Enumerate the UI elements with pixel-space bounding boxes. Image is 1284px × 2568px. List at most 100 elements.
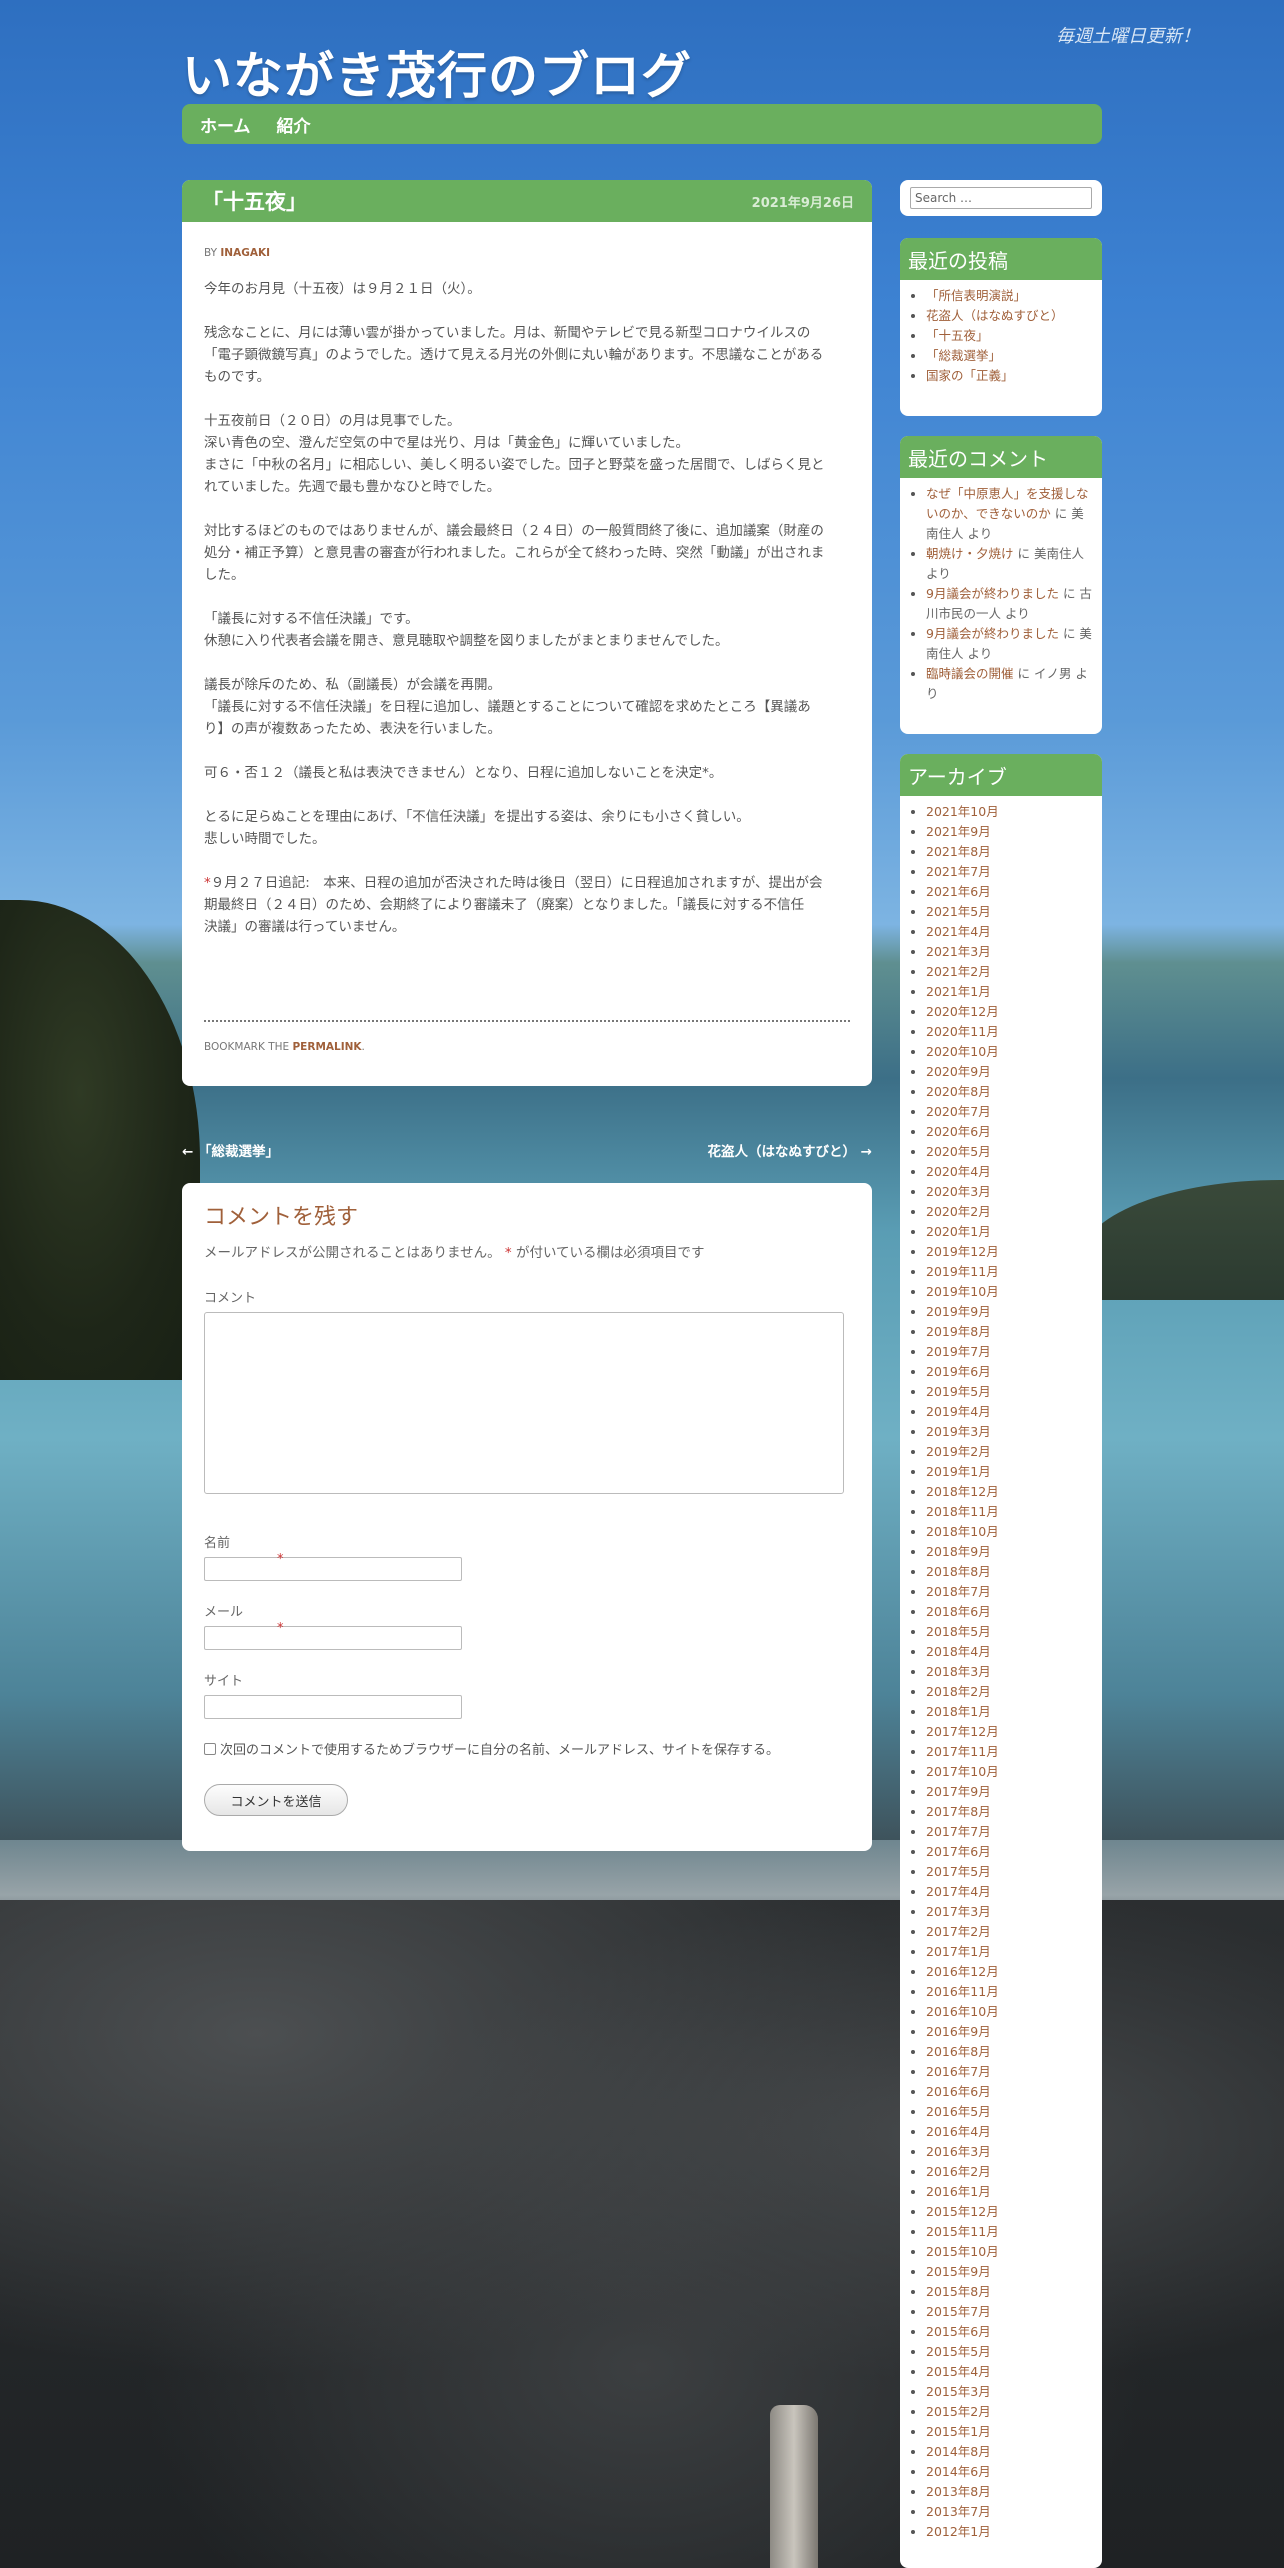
archive-link[interactable]: 2019年8月 [926,1324,991,1339]
comment-textarea[interactable] [204,1312,844,1494]
archive-link[interactable]: 2016年11月 [926,1984,999,1999]
site-title[interactable]: いながき茂行のブログ [182,36,692,108]
archive-link[interactable]: 2018年2月 [926,1684,991,1699]
archive-link[interactable]: 2016年5月 [926,2104,991,2119]
archive-link[interactable]: 2018年8月 [926,1564,991,1579]
next-post-link[interactable]: 花盗人（はなぬすびと） → [707,1140,872,1160]
archive-link[interactable]: 2015年11月 [926,2224,999,2239]
archive-link[interactable]: 2015年4月 [926,2364,991,2379]
recent-comment-link[interactable]: 9月議会が終わりました [926,586,1059,601]
email-field[interactable]: * [204,1621,462,1650]
archive-link[interactable]: 2021年4月 [926,924,991,939]
archive-link[interactable]: 2021年5月 [926,904,991,919]
archive-link[interactable]: 2016年8月 [926,2044,991,2059]
archive-link[interactable]: 2020年10月 [926,1044,999,1059]
archive-link[interactable]: 2018年3月 [926,1664,991,1679]
archive-link[interactable]: 2021年3月 [926,944,991,959]
archive-link[interactable]: 2019年3月 [926,1424,991,1439]
save-info-checkbox[interactable] [204,1742,216,1755]
search-input[interactable]: Search … [910,187,1092,209]
archive-link[interactable]: 2015年12月 [926,2204,999,2219]
archive-link[interactable]: 2021年9月 [926,824,991,839]
archive-link[interactable]: 2016年4月 [926,2124,991,2139]
recent-post-link[interactable]: 「所信表明演説」 [926,288,1026,303]
recent-post-link[interactable]: 国家の「正義」 [926,368,1014,383]
archive-link[interactable]: 2021年1月 [926,984,991,999]
archive-link[interactable]: 2016年7月 [926,2064,991,2079]
archive-link[interactable]: 2018年11月 [926,1504,999,1519]
archive-link[interactable]: 2017年12月 [926,1724,999,1739]
archive-link[interactable]: 2020年3月 [926,1184,991,1199]
archive-link[interactable]: 2018年10月 [926,1524,999,1539]
archive-link[interactable]: 2019年6月 [926,1364,991,1379]
archive-link[interactable]: 2016年2月 [926,2164,991,2179]
archive-link[interactable]: 2018年6月 [926,1604,991,1619]
recent-comment-link[interactable]: 9月議会が終わりました [926,626,1059,641]
archive-link[interactable]: 2016年9月 [926,2024,991,2039]
archive-link[interactable]: 2020年7月 [926,1104,991,1119]
nav-home[interactable]: ホーム [200,112,251,137]
archive-link[interactable]: 2018年12月 [926,1484,999,1499]
archive-link[interactable]: 2021年2月 [926,964,991,979]
archive-link[interactable]: 2017年6月 [926,1844,991,1859]
archive-link[interactable]: 2020年6月 [926,1124,991,1139]
archive-link[interactable]: 2017年2月 [926,1924,991,1939]
name-field[interactable]: * [204,1552,462,1581]
author-link[interactable]: INAGAKI [220,247,270,259]
archive-link[interactable]: 2019年9月 [926,1304,991,1319]
archive-link[interactable]: 2019年2月 [926,1444,991,1459]
archive-link[interactable]: 2017年4月 [926,1884,991,1899]
archive-link[interactable]: 2016年1月 [926,2184,991,2199]
archive-link[interactable]: 2014年6月 [926,2464,991,2479]
archive-link[interactable]: 2019年5月 [926,1384,991,1399]
archive-link[interactable]: 2016年3月 [926,2144,991,2159]
post-date[interactable]: 2021年9月26日 [752,192,854,211]
archive-link[interactable]: 2020年4月 [926,1164,991,1179]
submit-comment-button[interactable]: コメントを送信 [204,1784,348,1816]
recent-post-link[interactable]: 花盗人（はなぬすびと） [926,308,1064,323]
archive-link[interactable]: 2017年3月 [926,1904,991,1919]
archive-link[interactable]: 2013年8月 [926,2484,991,2499]
site-field[interactable] [204,1695,462,1719]
archive-link[interactable]: 2016年12月 [926,1964,999,1979]
archive-link[interactable]: 2019年4月 [926,1404,991,1419]
archive-link[interactable]: 2021年10月 [926,804,999,819]
archive-link[interactable]: 2017年9月 [926,1784,991,1799]
archive-link[interactable]: 2018年4月 [926,1644,991,1659]
archive-link[interactable]: 2021年6月 [926,884,991,899]
archive-link[interactable]: 2015年2月 [926,2404,991,2419]
archive-link[interactable]: 2019年1月 [926,1464,991,1479]
archive-link[interactable]: 2018年7月 [926,1584,991,1599]
archive-link[interactable]: 2019年12月 [926,1244,999,1259]
archive-link[interactable]: 2020年8月 [926,1084,991,1099]
archive-link[interactable]: 2020年2月 [926,1204,991,1219]
archive-link[interactable]: 2018年1月 [926,1704,991,1719]
archive-link[interactable]: 2017年8月 [926,1804,991,1819]
archive-link[interactable]: 2014年8月 [926,2444,991,2459]
archive-link[interactable]: 2021年7月 [926,864,991,879]
archive-link[interactable]: 2020年1月 [926,1224,991,1239]
archive-link[interactable]: 2015年5月 [926,2344,991,2359]
archive-link[interactable]: 2017年7月 [926,1824,991,1839]
recent-post-link[interactable]: 「総裁選挙」 [926,348,1001,363]
prev-post-link[interactable]: ← 「総裁選挙」 [182,1140,279,1160]
archive-link[interactable]: 2015年7月 [926,2304,991,2319]
archive-link[interactable]: 2015年1月 [926,2424,991,2439]
permalink-link[interactable]: PERMALINK [292,1041,361,1053]
archive-link[interactable]: 2019年11月 [926,1264,999,1279]
archive-link[interactable]: 2018年9月 [926,1544,991,1559]
archive-link[interactable]: 2017年11月 [926,1744,999,1759]
archive-link[interactable]: 2015年3月 [926,2384,991,2399]
archive-link[interactable]: 2015年8月 [926,2284,991,2299]
archive-link[interactable]: 2017年1月 [926,1944,991,1959]
archive-link[interactable]: 2015年9月 [926,2264,991,2279]
archive-link[interactable]: 2015年10月 [926,2244,999,2259]
recent-comment-link[interactable]: 朝焼け・夕焼け [926,546,1014,561]
archive-link[interactable]: 2017年10月 [926,1764,999,1779]
archive-link[interactable]: 2020年9月 [926,1064,991,1079]
archive-link[interactable]: 2018年5月 [926,1624,991,1639]
archive-link[interactable]: 2012年1月 [926,2524,991,2539]
archive-link[interactable]: 2020年11月 [926,1024,999,1039]
recent-comment-link[interactable]: 臨時議会の開催 [926,666,1014,681]
archive-link[interactable]: 2020年12月 [926,1004,999,1019]
